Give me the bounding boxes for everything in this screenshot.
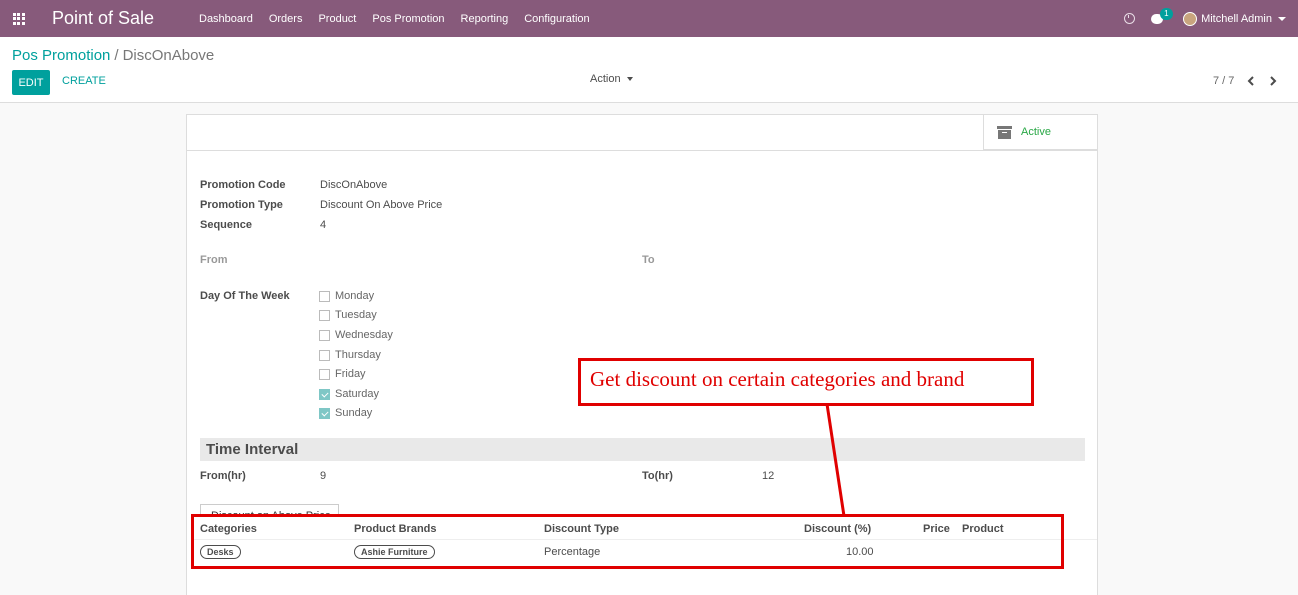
annotation-arrow-line [825, 404, 846, 517]
pager-previous-icon[interactable] [1246, 75, 1256, 87]
day-of-week-label: Day Of The Week [200, 290, 290, 302]
annotation-callout: Get discount on certain categories and b… [578, 358, 1034, 406]
pager-value: 7 / 7 [1213, 75, 1235, 87]
tuesday-label: Tuesday [335, 309, 377, 321]
active-label: Active [1021, 126, 1051, 138]
day-wednesday[interactable]: Wednesday [319, 329, 393, 341]
sunday-label: Sunday [335, 407, 373, 419]
friday-checkbox[interactable] [319, 368, 330, 380]
breadcrumb: Pos Promotion / DiscOnAbove [12, 47, 214, 64]
day-saturday[interactable]: Saturday [319, 388, 379, 400]
app-brand: Point of Sale [52, 8, 155, 28]
to-label: To [642, 254, 655, 266]
user-caret-down-icon[interactable] [1278, 16, 1286, 21]
thursday-checkbox[interactable] [319, 349, 330, 361]
breadcrumb-separator: / [114, 47, 119, 64]
wednesday-label: Wednesday [335, 329, 393, 341]
wednesday-checkbox[interactable] [319, 329, 330, 341]
chat-badge: 1 [1160, 7, 1173, 20]
menu-item-reporting[interactable]: Reporting [461, 13, 509, 25]
active-toggle-button[interactable]: Active [983, 115, 1097, 150]
promotion-type-value: Discount On Above Price [320, 199, 443, 211]
archive-icon [997, 125, 1012, 139]
messaging-menu[interactable]: 1 [1151, 7, 1173, 24]
sunday-checkbox[interactable] [319, 407, 330, 419]
saturday-label: Saturday [335, 388, 380, 400]
sequence-label: Sequence [200, 219, 252, 231]
activity-clock-icon[interactable] [1124, 13, 1136, 24]
menu-item-product[interactable]: Product [318, 13, 356, 25]
thursday-label: Thursday [335, 349, 381, 361]
monday-label: Monday [335, 290, 375, 302]
to-hr-label: To(hr) [642, 470, 673, 482]
monday-checkbox[interactable] [319, 290, 330, 302]
promotion-code-value: DiscOnAbove [320, 179, 388, 191]
pager-next-icon[interactable] [1268, 75, 1278, 87]
day-thursday[interactable]: Thursday [319, 349, 381, 361]
action-caret-down-icon [626, 77, 633, 81]
annotation-text: Get discount on certain categories and b… [590, 367, 965, 391]
annotation-highlight-frame [191, 514, 1064, 569]
breadcrumb-parent[interactable]: Pos Promotion [12, 47, 110, 64]
from-hr-label: From(hr) [200, 470, 246, 482]
to-hr-value: 12 [762, 470, 775, 482]
day-friday[interactable]: Friday [319, 368, 366, 380]
top-navbar: Point of Sale Dashboard Orders Product P… [0, 0, 1298, 37]
time-interval-title: Time Interval [200, 438, 1085, 461]
systray: 1 Mitchell Admin [1124, 0, 1298, 37]
day-sunday[interactable]: Sunday [319, 407, 372, 419]
sequence-value: 4 [320, 219, 327, 231]
friday-label: Friday [335, 368, 366, 380]
apps-menu-icon[interactable] [0, 0, 37, 37]
breadcrumb-current: DiscOnAbove [122, 47, 215, 64]
main-menu: Dashboard Orders Product Pos Promotion R… [199, 13, 606, 25]
menu-item-pos-promotion[interactable]: Pos Promotion [372, 13, 444, 25]
user-name[interactable]: Mitchell Admin [1201, 13, 1272, 25]
menu-item-configuration[interactable]: Configuration [524, 13, 589, 25]
menu-item-orders[interactable]: Orders [269, 13, 303, 25]
menu-item-dashboard[interactable]: Dashboard [199, 13, 253, 25]
action-label: Action [590, 73, 621, 85]
promotion-type-label: Promotion Type [200, 199, 283, 211]
saturday-checkbox[interactable] [319, 388, 330, 400]
button-box-divider [187, 150, 1097, 151]
day-tuesday[interactable]: Tuesday [319, 309, 377, 321]
tuesday-checkbox[interactable] [319, 309, 330, 321]
edit-button[interactable]: EDIT [12, 70, 50, 95]
day-monday[interactable]: Monday [319, 290, 374, 302]
control-panel: Pos Promotion / DiscOnAbove EDIT CREATE Ac… [0, 37, 1298, 103]
action-dropdown[interactable]: Action [590, 73, 633, 85]
promotion-code-label: Promotion Code [200, 179, 286, 191]
from-label: From [200, 254, 228, 266]
create-button[interactable]: CREATE [62, 75, 106, 87]
user-avatar[interactable] [1183, 11, 1198, 26]
from-hr-value: 9 [320, 470, 327, 482]
